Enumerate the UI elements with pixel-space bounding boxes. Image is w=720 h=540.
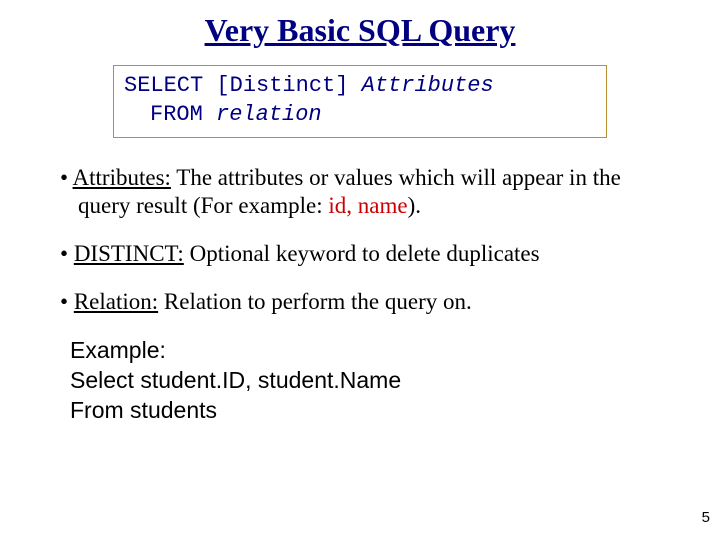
slide: Very Basic SQL Query SELECT [Distinct] A… [0, 0, 720, 540]
arg-relation: relation [216, 102, 322, 127]
code-line-1: SELECT [Distinct] Attributes [124, 72, 596, 101]
highlight-id-name: id, name [328, 193, 407, 218]
term-relation: Relation: [74, 289, 158, 314]
bullet-relation: Relation: Relation to perform the query … [60, 288, 670, 316]
example-line-2: From students [70, 396, 670, 426]
bullet-attributes: Attributes: The attributes or values whi… [60, 164, 670, 220]
keyword-from: FROM [150, 102, 203, 127]
bullet-distinct-text: Optional keyword to delete duplicates [184, 241, 540, 266]
bullet-attributes-text2: ). [408, 193, 421, 218]
page-number: 5 [702, 509, 710, 526]
keyword-select: SELECT [124, 73, 203, 98]
arg-attributes: Attributes [362, 73, 494, 98]
sql-syntax-box: SELECT [Distinct] Attributes FROM relati… [113, 65, 607, 138]
example-line-1: Select student.ID, student.Name [70, 366, 670, 396]
term-distinct: DISTINCT: [74, 241, 184, 266]
slide-title: Very Basic SQL Query [50, 12, 670, 49]
term-attributes: Attributes: [73, 165, 171, 190]
bullet-relation-text: Relation to perform the query on. [158, 289, 472, 314]
example-label: Example: [70, 336, 670, 366]
optional-distinct: [Distinct] [216, 73, 348, 98]
code-line-2: FROM relation [124, 101, 596, 130]
example-block: Example: Select student.ID, student.Name… [70, 336, 670, 426]
bullet-distinct: DISTINCT: Optional keyword to delete dup… [60, 240, 670, 268]
bullet-list: Attributes: The attributes or values whi… [60, 164, 670, 316]
